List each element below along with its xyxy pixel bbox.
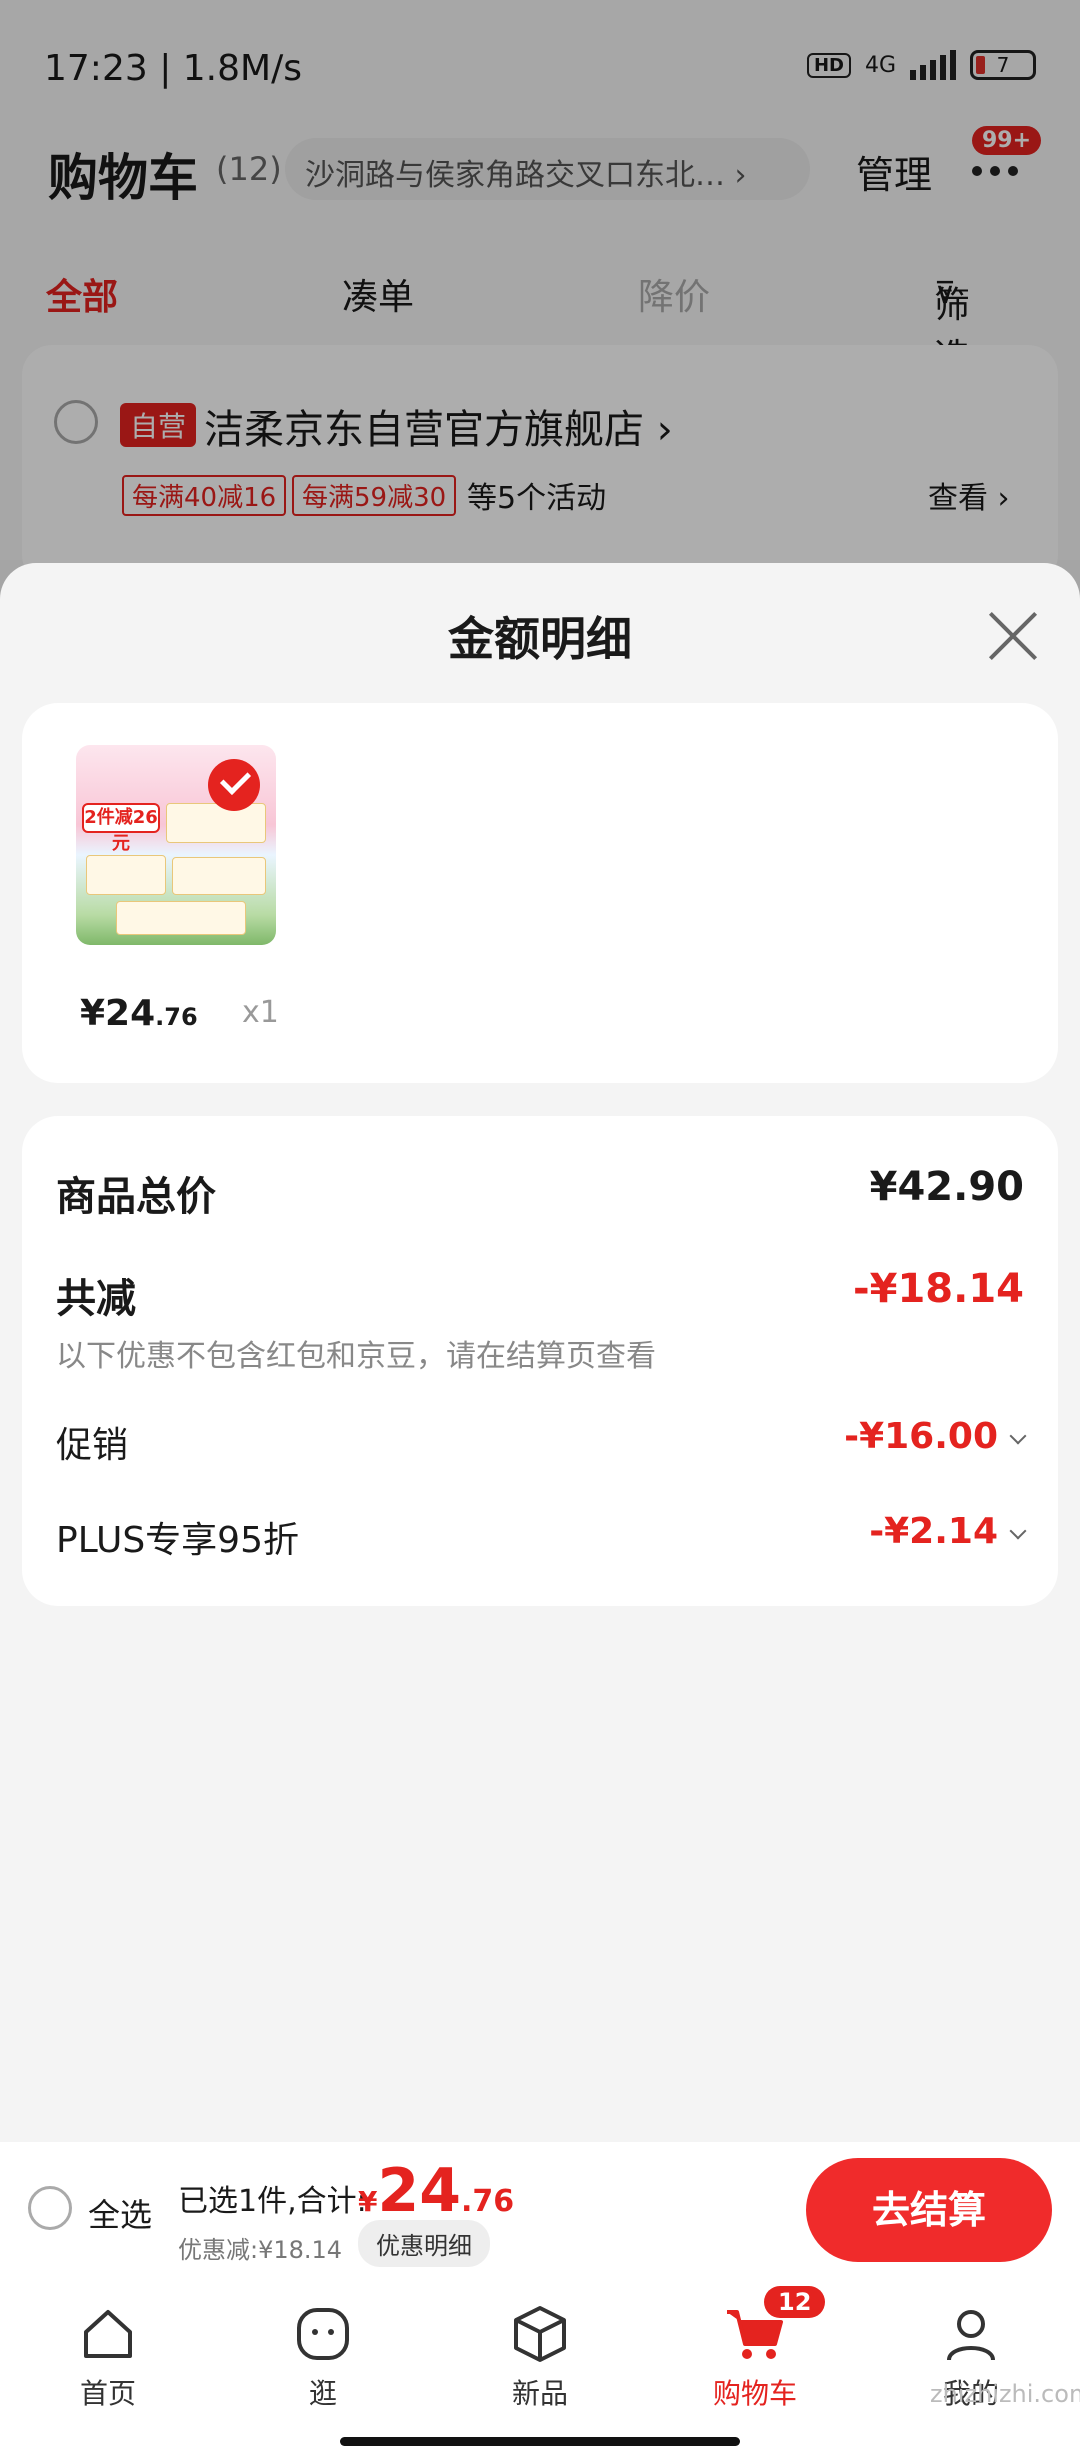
product-thumbnail[interactable]: 2件减26元 (76, 745, 276, 945)
sheet-title: 金额明细 (448, 612, 632, 666)
cube-icon (514, 2306, 566, 2362)
plus-discount-label: PLUS专享95折 (56, 1520, 299, 1561)
user-icon (947, 2310, 995, 2361)
tab-browse[interactable]: 逛 (248, 2302, 398, 2412)
tab-home[interactable]: 首页 (33, 2302, 183, 2412)
total-price-value: ¥42.90 (869, 1164, 1024, 1210)
promotion-value[interactable]: -¥16.00 (844, 1416, 1027, 1457)
chevron-down-icon (1009, 1427, 1027, 1445)
home-icon (84, 2310, 132, 2358)
total-reduction-label: 共减 (56, 1276, 136, 1322)
selected-check-icon (208, 759, 260, 811)
discount-detail-button[interactable]: 优惠明细 (358, 2220, 490, 2267)
thumbnail-promo-label: 2件减26元 (82, 803, 160, 854)
watermark: zhizhizhi.com (930, 2380, 1080, 2408)
cart-badge: 12 (764, 2286, 826, 2318)
discount-summary: 优惠减:¥18.14 (178, 2236, 343, 2264)
select-all-label[interactable]: 全选 (88, 2190, 152, 2236)
close-icon[interactable] (985, 608, 1041, 664)
chevron-down-icon (1009, 1522, 1027, 1540)
checkout-button[interactable]: 去结算 (806, 2158, 1052, 2262)
selected-summary: 已选1件,合计: (178, 2184, 367, 2219)
product-price: ¥24.76 (80, 993, 198, 1034)
browse-icon (297, 2308, 349, 2360)
select-all-radio[interactable] (28, 2186, 72, 2230)
promotion-label: 促销 (56, 1425, 129, 1466)
product-summary-card: 2件减26元 ¥24.76 x1 (22, 703, 1058, 1083)
total-amount: ¥24.76 (358, 2156, 515, 2226)
plus-discount-value[interactable]: -¥2.14 (869, 1511, 1027, 1552)
total-price-label: 商品总价 (56, 1174, 216, 1220)
product-quantity: x1 (242, 995, 279, 1030)
total-reduction-value: -¥18.14 (853, 1266, 1024, 1312)
tab-cart[interactable]: 购物车 (680, 2302, 830, 2412)
tab-new[interactable]: 新品 (465, 2302, 615, 2412)
price-breakdown-card: 商品总价 ¥42.90 共减 -¥18.14 以下优惠不包含红包和京豆，请在结算… (22, 1116, 1058, 1606)
checkout-bar: 全选 已选1件,合计: ¥24.76 优惠减:¥18.14 优惠明细 去结算 (0, 2142, 1080, 2280)
home-indicator[interactable] (340, 2437, 740, 2446)
bottom-tab-bar: 首页 逛 新品 购物车 12 我的 (0, 2280, 1080, 2460)
reduction-note: 以下优惠不包含红包和京豆，请在结算页查看 (56, 1339, 656, 1374)
